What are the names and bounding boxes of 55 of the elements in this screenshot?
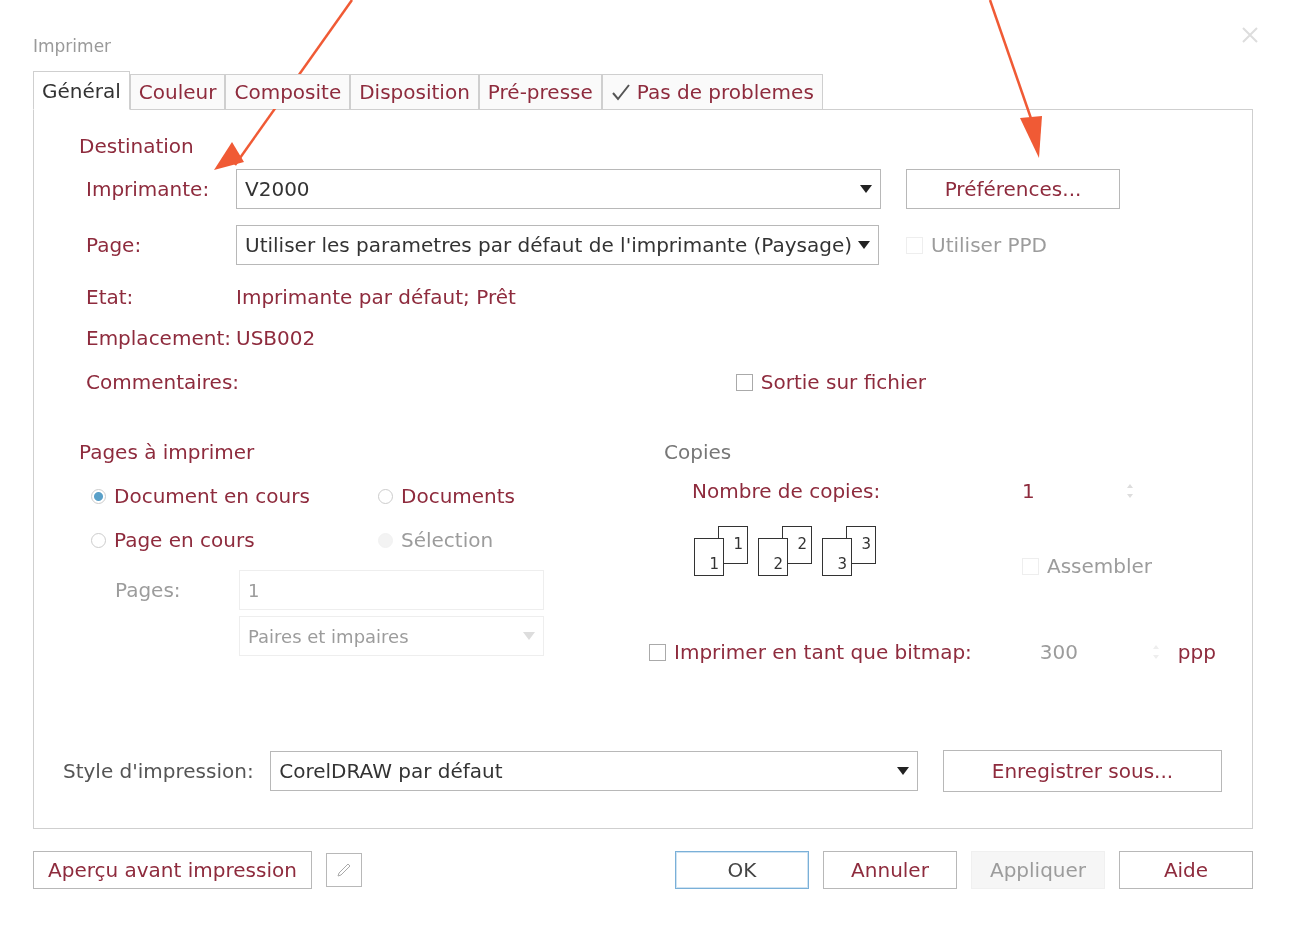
- unit-label: ppp: [1177, 640, 1216, 664]
- page-dropdown[interactable]: Utiliser les parametres par défaut de l'imprimante (Paysage): [236, 225, 879, 265]
- close-icon[interactable]: [1241, 26, 1259, 44]
- field-label: Etat:: [86, 285, 135, 309]
- field-label: Commentaires:: [86, 370, 236, 394]
- tab[interactable]: Couleur: [129, 74, 226, 109]
- preferences-button[interactable]: Préférences...: [906, 169, 1120, 209]
- preview-button[interactable]: Aperçu avant impression: [33, 851, 312, 889]
- radio-label: Sélection: [401, 528, 494, 552]
- checkbox-label: Assembler: [1047, 554, 1153, 578]
- section-heading: Destination: [79, 134, 195, 160]
- page-sheet: 2: [758, 538, 788, 576]
- checkmark-icon: [610, 83, 631, 101]
- tab[interactable]: Pré-presse: [478, 74, 602, 109]
- field-label: Emplacement:: [86, 326, 232, 350]
- print-style-dropdown[interactable]: CorelDRAW par défaut: [270, 751, 918, 791]
- section-heading: Pages à imprimer: [79, 440, 256, 466]
- pen-icon: [334, 861, 353, 879]
- radio-label: Documents: [401, 484, 516, 508]
- dialog-button[interactable]: OK: [675, 851, 809, 889]
- checkbox-label: Imprimer en tant que bitmap:: [674, 640, 972, 664]
- status-value: Imprimante par défaut; Prêt: [236, 285, 517, 309]
- dialog-button[interactable]: Annuler: [823, 851, 957, 889]
- window-title: Imprimer: [33, 36, 112, 56]
- field-label: Pages:: [115, 578, 182, 602]
- caret-icon: [860, 185, 872, 193]
- save-as-button[interactable]: Enregistrer sous...: [942, 750, 1222, 792]
- field-label: Page:: [86, 233, 143, 257]
- checkbox[interactable]: [649, 643, 666, 661]
- tab[interactable]: Disposition: [350, 74, 479, 109]
- radio-button[interactable]: [91, 532, 106, 548]
- checkbox-label: Utiliser PPD: [931, 233, 1047, 257]
- dialog-button[interactable]: Aide: [1119, 851, 1253, 889]
- tab[interactable]: Composite: [225, 74, 351, 109]
- page-sheet: 3: [822, 538, 852, 576]
- page-sheet: 1: [694, 538, 724, 576]
- tab[interactable]: Pas de problemes: [601, 74, 823, 109]
- caret-icon: [523, 632, 535, 640]
- tab[interactable]: Général: [33, 71, 130, 110]
- section-heading: Copies: [664, 440, 733, 466]
- caret-icon: [858, 241, 870, 249]
- copies-field[interactable]: 1: [1022, 479, 1122, 503]
- caret-icon: [896, 767, 909, 775]
- radio-label: Page en cours: [114, 528, 255, 552]
- radio-button[interactable]: [91, 488, 106, 504]
- field-label: Nombre de copies:: [692, 479, 882, 503]
- preview-options-button[interactable]: [325, 853, 362, 887]
- location-value: USB002: [236, 326, 317, 350]
- checkbox-label: Sortie sur fichier: [760, 370, 926, 394]
- checkbox[interactable]: [735, 373, 753, 391]
- field-label: Imprimante:: [86, 177, 211, 201]
- radio-label: Document en cours: [114, 484, 310, 508]
- field-label: Style d'impression:: [63, 759, 255, 783]
- radio-button[interactable]: [378, 488, 393, 504]
- printer-dropdown[interactable]: V2000: [236, 169, 881, 209]
